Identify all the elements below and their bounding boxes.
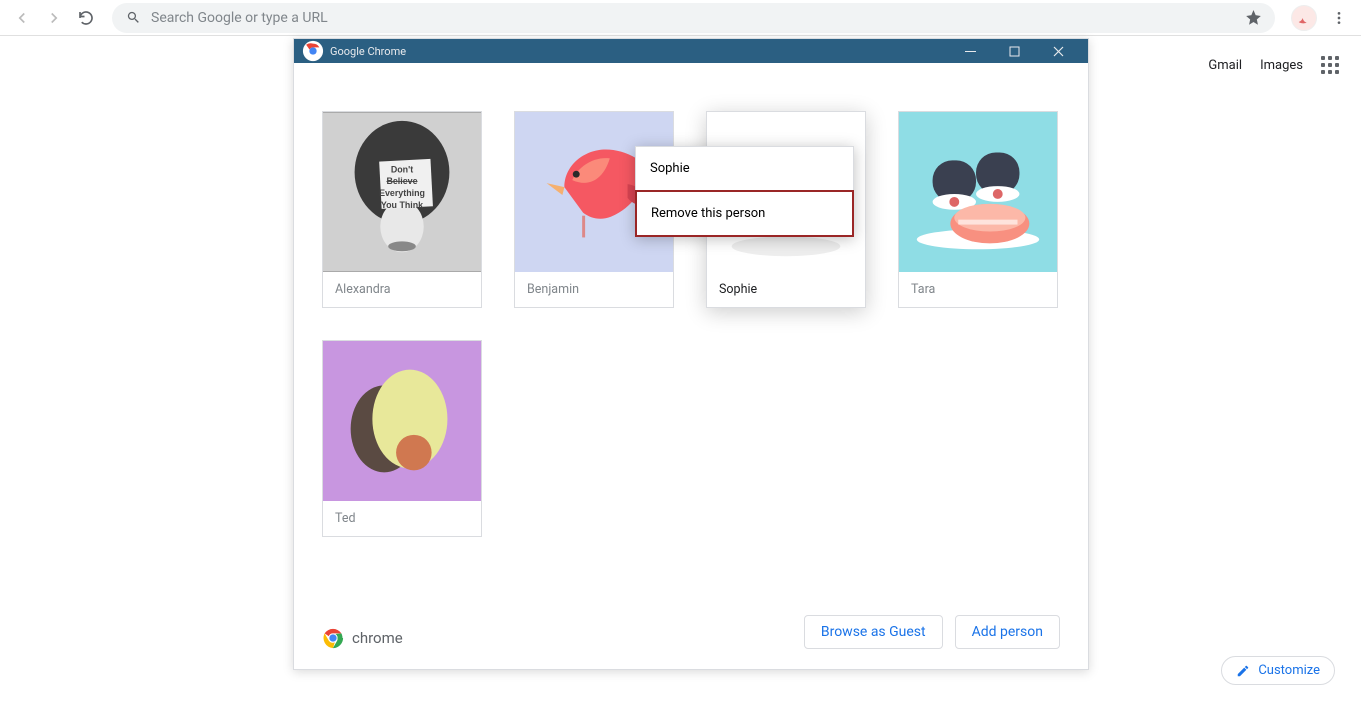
reload-button[interactable] <box>72 4 100 32</box>
chrome-icon <box>302 40 324 62</box>
svg-text:Everything: Everything <box>379 188 425 198</box>
add-person-button[interactable]: Add person <box>955 615 1060 649</box>
browser-menu-button[interactable] <box>1325 4 1353 32</box>
profile-content: Don't Believe Everything You Think Alexa… <box>294 63 1088 669</box>
window-titlebar: Google Chrome <box>294 39 1088 63</box>
omnibox-input[interactable] <box>151 10 1236 26</box>
profile-picker-window: Google Chrome Don't Believe Every <box>293 38 1089 670</box>
profile-label: Ted <box>323 501 481 536</box>
profile-card-ted[interactable]: Ted <box>322 340 482 537</box>
customize-label: Customize <box>1258 663 1320 678</box>
profile-card-alexandra[interactable]: Don't Believe Everything You Think Alexa… <box>322 111 482 308</box>
svg-text:Believe: Believe <box>386 176 417 186</box>
avatar-ted <box>323 341 481 501</box>
images-link[interactable]: Images <box>1260 58 1303 73</box>
browser-toolbar <box>0 0 1361 36</box>
minimize-button[interactable] <box>948 39 992 63</box>
search-icon <box>126 10 141 25</box>
profile-avatar-chip[interactable] <box>1291 5 1317 31</box>
customize-button[interactable]: Customize <box>1221 656 1335 685</box>
svg-text:Don't: Don't <box>391 164 413 174</box>
footer-buttons: Browse as Guest Add person <box>804 615 1060 649</box>
close-button[interactable] <box>1036 39 1080 63</box>
forward-button[interactable] <box>40 4 68 32</box>
chrome-logo-icon <box>322 627 344 649</box>
ntp-header-links: Gmail Images <box>1208 56 1339 74</box>
omnibox[interactable] <box>112 3 1275 33</box>
maximize-button[interactable] <box>992 39 1036 63</box>
profile-label: Benjamin <box>515 272 673 307</box>
context-menu-name[interactable]: Sophie <box>636 147 853 190</box>
back-button[interactable] <box>8 4 36 32</box>
profile-label: Tara <box>899 272 1057 307</box>
window-title: Google Chrome <box>330 45 948 58</box>
svg-text:You Think: You Think <box>381 200 423 210</box>
chrome-brand-label: chrome <box>352 629 403 647</box>
profile-context-menu: Sophie Remove this person <box>635 146 854 237</box>
bookmark-star-icon[interactable] <box>1246 10 1261 25</box>
gmail-link[interactable]: Gmail <box>1208 58 1242 73</box>
profile-label: Alexandra <box>323 272 481 307</box>
avatar-alexandra: Don't Believe Everything You Think <box>323 112 481 272</box>
profile-card-tara[interactable]: Tara <box>898 111 1058 308</box>
context-menu-remove[interactable]: Remove this person <box>635 190 854 237</box>
pencil-icon <box>1236 664 1250 678</box>
avatar-tara <box>899 112 1057 272</box>
browse-as-guest-button[interactable]: Browse as Guest <box>804 615 943 649</box>
apps-grid-icon[interactable] <box>1321 56 1339 74</box>
profile-label: Sophie <box>707 272 865 307</box>
